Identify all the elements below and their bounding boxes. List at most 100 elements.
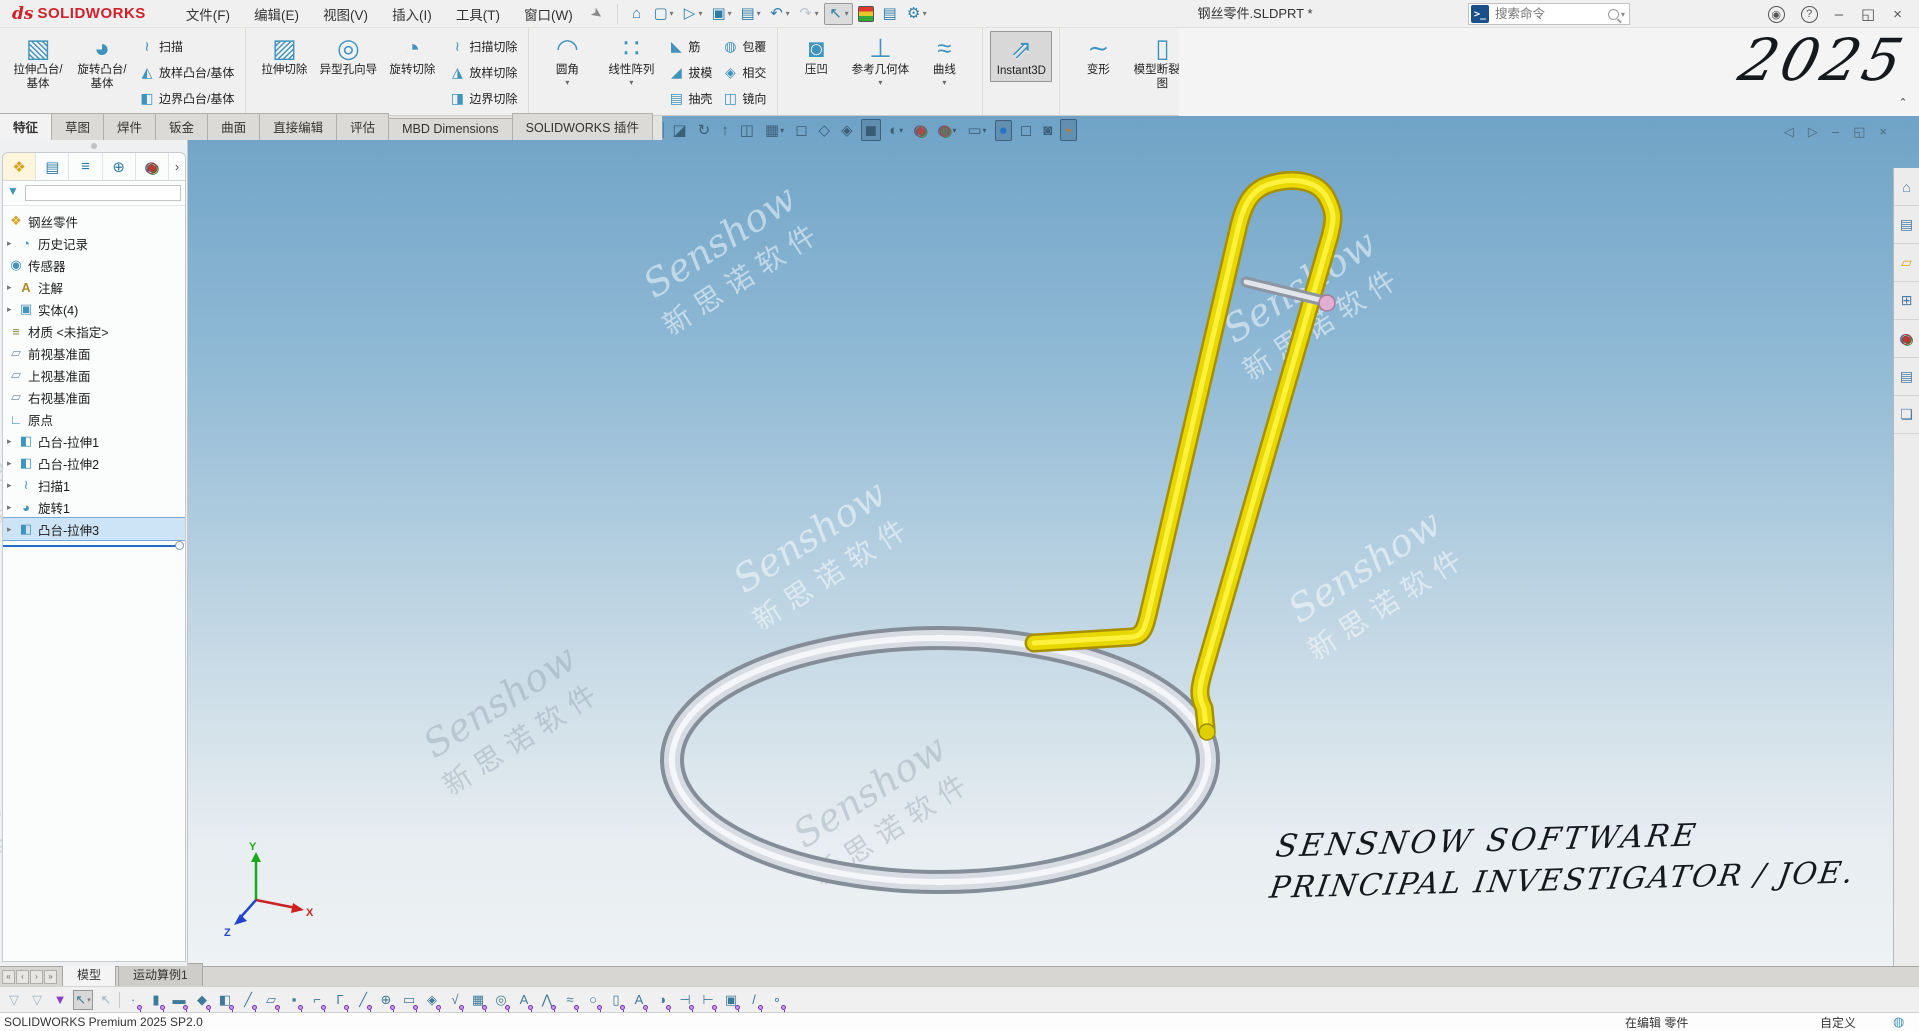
ribbon-small-button[interactable]: ≀ 扫描切除	[446, 33, 520, 59]
snap-round-icon[interactable]: ○	[583, 990, 603, 1010]
deform-button[interactable]: ∼ 变形	[1067, 31, 1129, 80]
ribbon-small-button[interactable]: ◣ 筋	[665, 33, 715, 59]
tree-item[interactable]: 原点	[3, 408, 185, 430]
rebuild-traffic-light-icon[interactable]: ●	[855, 4, 877, 24]
dropdown-arrow-icon[interactable]: ▾	[699, 9, 703, 18]
taskpane-home-icon[interactable]: ⌂	[1894, 168, 1919, 206]
tree-item[interactable]: 材质 <未指定>	[3, 320, 185, 342]
tree-item[interactable]: 注解	[3, 276, 185, 298]
tab-nav-last-icon[interactable]: »	[44, 970, 57, 984]
snap-corner-icon[interactable]: ⌐	[307, 990, 327, 1010]
snap-spring-icon[interactable]: ≈	[560, 990, 580, 1010]
snap-line-icon[interactable]: ▮	[146, 990, 166, 1010]
ribbon-tab[interactable]: 焊件	[103, 113, 156, 140]
ribbon-small-button[interactable]: ≀ 扫描	[136, 33, 237, 59]
snap-hatch-icon[interactable]: ◈	[422, 990, 442, 1010]
ribbon-tab[interactable]: 草图	[51, 113, 104, 140]
snap-half-icon[interactable]: ◑	[652, 990, 672, 1010]
tree-item[interactable]: 旋转1	[3, 496, 185, 518]
snap-square-icon[interactable]: ▪	[284, 990, 304, 1010]
instant3d-toggle-button[interactable]: ⇗ Instant3D	[990, 31, 1052, 82]
ribbon-tab[interactable]: 评估	[336, 113, 389, 140]
select-cursor-icon[interactable]: ↖ ▾	[824, 3, 853, 25]
normal-to-icon[interactable]: ↑	[718, 121, 732, 140]
save-icon[interactable]: ▣ ▾	[708, 4, 735, 24]
undo-icon[interactable]: ↶ ▾	[766, 4, 793, 24]
extruded-cut-button[interactable]: ▨ 拉伸切除	[253, 31, 315, 80]
doc-minimize-icon[interactable]: –	[1832, 124, 1839, 140]
dropdown-arrow-icon[interactable]: ▾	[780, 126, 784, 135]
tree-item[interactable]: 右视基准面	[3, 386, 185, 408]
expand-caret-icon[interactable]	[7, 480, 17, 491]
new-document-icon[interactable]: ▢ ▾	[650, 4, 677, 24]
collapse-ribbon-icon[interactable]: ˆ	[1901, 96, 1905, 111]
ribbon-small-button[interactable]: ◮ 放样切除	[446, 59, 520, 85]
snap-slash-icon[interactable]: ╱	[353, 990, 373, 1010]
taskpane-design-library-icon[interactable]: ▱	[1894, 244, 1919, 282]
pin-menu-icon[interactable]: ➤	[587, 3, 606, 24]
menu-item[interactable]: 窗口(W)	[512, 0, 585, 28]
expand-caret-icon[interactable]	[7, 304, 17, 315]
lasso-select-icon[interactable]: ↖	[96, 990, 116, 1010]
expand-caret-icon[interactable]	[7, 502, 17, 513]
snap-ramp-icon[interactable]: ⋀	[537, 990, 557, 1010]
rotate-view-icon[interactable]: ↻	[695, 120, 714, 140]
snap-grid-icon[interactable]: ▣	[721, 990, 741, 1010]
displaymanager-tab-icon[interactable]: ◉	[136, 153, 169, 180]
tree-item[interactable]: 钢丝零件	[3, 210, 185, 232]
extrude-boss-button[interactable]: ▧ 拉伸凸台/基体	[7, 31, 69, 94]
model-tab[interactable]: 模型	[62, 963, 116, 986]
ribbon-small-button[interactable]: ◧ 边界凸台/基体	[136, 85, 237, 111]
ribbon-tab[interactable]: 直接编辑	[259, 113, 337, 140]
open-icon[interactable]: ▷ ▾	[679, 4, 706, 24]
snap-box-icon[interactable]: ▭	[399, 990, 419, 1010]
hidden-lines-display-icon[interactable]: ◇	[816, 120, 834, 140]
ribbon-small-button[interactable]: ◨ 边界切除	[446, 85, 520, 111]
taskpane-resources-icon[interactable]: ▤	[1894, 206, 1919, 244]
snap-solid-icon[interactable]: ◆	[192, 990, 212, 1010]
customize-status[interactable]: 自定义	[1820, 1014, 1856, 1031]
configurationmanager-tab-icon[interactable]: ≡	[69, 153, 102, 180]
graphics-viewport[interactable]: Senshow 新思诺软件 Senshow 新思诺软件 Senshow 新思诺软…	[188, 116, 1919, 966]
doc-next-window-icon[interactable]: ▷	[1808, 124, 1818, 140]
ribbon-small-button[interactable]: ◭ 放样凸台/基体	[136, 59, 237, 85]
ribbon-small-button[interactable]: ◈ 相交	[719, 59, 769, 85]
dropdown-arrow-icon[interactable]: ▾	[845, 9, 849, 18]
snap-rect-icon[interactable]: ▬	[169, 990, 189, 1010]
rollback-bar[interactable]	[3, 542, 185, 550]
home-icon[interactable]: ⌂	[626, 4, 648, 24]
perspective-icon[interactable]: ⌁	[1060, 119, 1077, 141]
snap-cube-icon[interactable]: ◧	[215, 990, 235, 1010]
taskpane-file-explorer-icon[interactable]: ⊞	[1894, 282, 1919, 320]
print-icon[interactable]: ▤ ▾	[737, 4, 764, 24]
indent-button[interactable]: ◙ 压凹	[785, 31, 847, 80]
apply-scene-icon[interactable]: ◍ ▾	[935, 120, 959, 140]
realview-icon[interactable]: ●	[995, 120, 1012, 141]
tab-nav-first-icon[interactable]: «	[2, 970, 15, 984]
doc-close-icon[interactable]: ×	[1879, 124, 1887, 140]
expand-caret-icon[interactable]	[7, 524, 17, 535]
dropdown-arrow-icon[interactable]: ▾	[952, 126, 956, 135]
linear-pattern-button[interactable]: ∷ 线性阵列	[600, 31, 662, 89]
restore-icon[interactable]: ◱	[1852, 3, 1884, 25]
dropdown-arrow-icon[interactable]: ▾	[786, 9, 790, 18]
snap-left-icon[interactable]: ⊣	[675, 990, 695, 1010]
menu-item[interactable]: 插入(I)	[380, 0, 444, 28]
fillet-button[interactable]: ◠ 圆角	[536, 31, 598, 89]
revolve-boss-button[interactable]: ◕ 旋转凸台/基体	[71, 31, 133, 94]
ribbon-small-button[interactable]: ◫ 镜向	[719, 85, 769, 111]
search-dropdown-icon[interactable]: ▾	[1621, 10, 1625, 19]
revolved-cut-button[interactable]: ◔ 旋转切除	[381, 31, 443, 80]
ribbon-small-button[interactable]: ◍ 包覆	[719, 33, 769, 59]
redo-icon[interactable]: ↷ ▾	[795, 4, 822, 24]
bottombar-divider[interactable]	[119, 992, 120, 1008]
snap-check-icon[interactable]: √	[445, 990, 465, 1010]
shadows-icon[interactable]: ◻	[1017, 120, 1035, 140]
ribbon-small-button[interactable]: ◢ 拔模	[665, 59, 715, 85]
ribbon-tab[interactable]: SOLIDWORKS 插件	[512, 113, 653, 140]
rollback-handle[interactable]	[175, 541, 184, 550]
ribbon-small-button[interactable]: ▤ 抽壳	[665, 85, 715, 111]
headsup-divider[interactable]	[663, 122, 664, 138]
dropdown-arrow-icon[interactable]: ▾	[815, 9, 819, 18]
chrome-ring[interactable]	[672, 638, 1208, 882]
